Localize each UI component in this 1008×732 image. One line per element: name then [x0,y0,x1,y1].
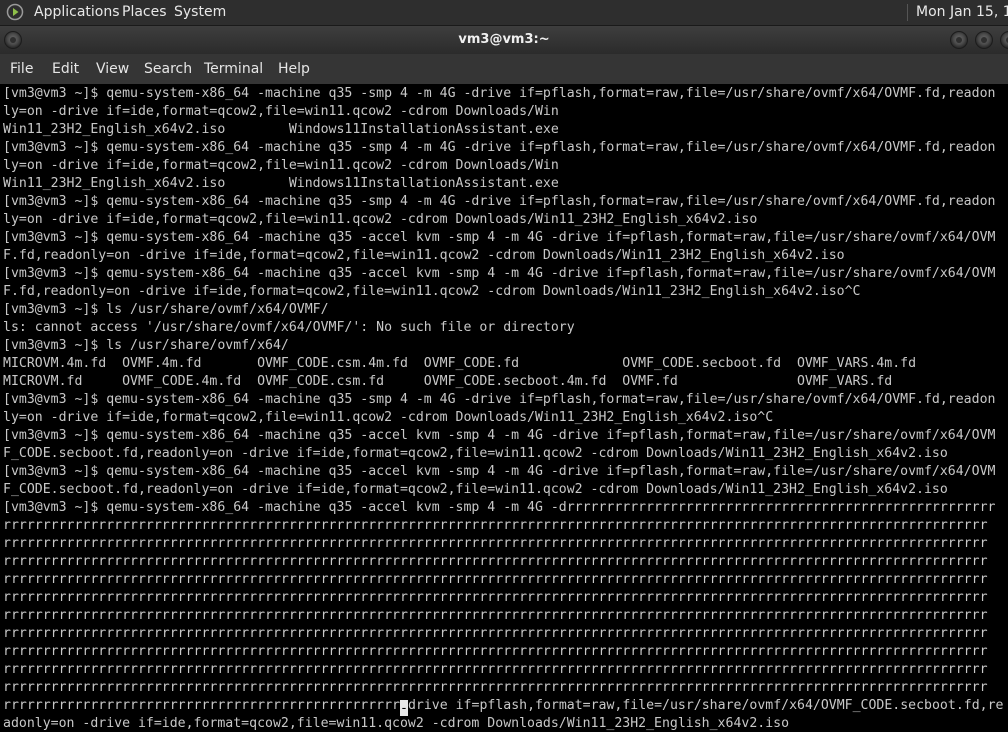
terminal-line: MICROVM.fd OVMF_CODE.4m.fd OVMF_CODE.csm… [3,374,893,389]
terminal-line: [vm3@vm3 ~]$ ls /usr/share/ovmf/x64/OVMF… [3,302,329,317]
terminal-line: [vm3@vm3 ~]$ qemu-system-x86_64 -machine… [3,140,996,155]
terminal-line: [vm3@vm3 ~]$ qemu-system-x86_64 -machine… [3,500,996,515]
maximize-icon[interactable] [975,31,993,49]
terminal-line: ly=on -drive if=ide,format=qcow2,file=wi… [3,410,774,425]
menu-terminal[interactable]: Terminal [204,61,263,78]
terminal-line-after-cursor: drive if=pflash,format=raw,file=/usr/sha… [407,698,1004,713]
menu-edit[interactable]: Edit [52,61,79,78]
menu-view[interactable]: View [96,61,129,78]
terminal-output[interactable]: [vm3@vm3 ~]$ qemu-system-x86_64 -machine… [0,85,1008,732]
terminal-line: adonly=on -drive if=ide,format=qcow2,fil… [3,716,790,731]
terminal-menubar: File Edit View Search Terminal Help [0,54,1008,84]
terminal-line: ly=on -drive if=ide,format=qcow2,file=wi… [3,212,758,227]
terminal-line: ly=on -drive if=ide,format=qcow2,file=wi… [3,104,559,119]
terminal-line: rrrrrrrrrrrrrrrrrrrrrrrrrrrrrrrrrrrrrrrr… [3,590,988,605]
menu-help[interactable]: Help [278,61,310,78]
terminal-line: rrrrrrrrrrrrrrrrrrrrrrrrrrrrrrrrrrrrrrrr… [3,662,988,677]
terminal-line: rrrrrrrrrrrrrrrrrrrrrrrrrrrrrrrrrrrrrrrr… [3,680,988,695]
places-menu[interactable]: Places [122,4,167,21]
system-menu[interactable]: System [174,4,226,21]
terminal-line: [vm3@vm3 ~]$ qemu-system-x86_64 -machine… [3,266,996,281]
terminal-cursor-line: rrrrrrrrrrrrrrrrrrrrrrrrrrrrrrrrrrrrrrrr… [3,697,1004,716]
terminal-line: Win11_23H2_English_x64v2.iso Windows11In… [3,176,559,191]
applications-menu-icon[interactable] [6,3,24,21]
terminal-line: rrrrrrrrrrrrrrrrrrrrrrrrrrrrrrrrrrrrrrrr… [3,554,988,569]
terminal-line: [vm3@vm3 ~]$ ls /usr/share/ovmf/x64/ [3,338,289,353]
terminal-line-before-cursor: rrrrrrrrrrrrrrrrrrrrrrrrrrrrrrrrrrrrrrrr… [3,698,400,713]
terminal-line: rrrrrrrrrrrrrrrrrrrrrrrrrrrrrrrrrrrrrrrr… [3,572,988,587]
terminal-line: F_CODE.secboot.fd,readonly=on -drive if=… [3,446,948,461]
terminal-line: rrrrrrrrrrrrrrrrrrrrrrrrrrrrrrrrrrrrrrrr… [3,644,988,659]
terminal-line: Win11_23H2_English_x64v2.iso Windows11In… [3,122,559,137]
terminal-line: ls: cannot access '/usr/share/ovmf/x64/O… [3,320,575,335]
terminal-line: [vm3@vm3 ~]$ qemu-system-x86_64 -machine… [3,464,996,479]
top-panel: Applications Places System Mon Jan 15, 1… [0,0,1008,26]
text-cursor: - [399,700,408,716]
terminal-line: [vm3@vm3 ~]$ qemu-system-x86_64 -machine… [3,428,996,443]
terminal-line: MICROVM.4m.fd OVMF.4m.fd OVMF_CODE.csm.4… [3,356,917,371]
window-titlebar[interactable]: vm3@vm3:~ [0,26,1008,54]
terminal-line: [vm3@vm3 ~]$ qemu-system-x86_64 -machine… [3,194,996,209]
clock[interactable]: Mon Jan 15, 13:3 [907,4,1008,21]
minimize-icon[interactable] [950,31,968,49]
terminal-line: ly=on -drive if=ide,format=qcow2,file=wi… [3,158,559,173]
terminal-line: F.fd,readonly=on -drive if=ide,format=qc… [3,284,861,299]
terminal-line: rrrrrrrrrrrrrrrrrrrrrrrrrrrrrrrrrrrrrrrr… [3,536,988,551]
terminal-line: F_CODE.secboot.fd,readonly=on -drive if=… [3,482,948,497]
terminal-line: [vm3@vm3 ~]$ qemu-system-x86_64 -machine… [3,230,996,245]
terminal-line: [vm3@vm3 ~]$ qemu-system-x86_64 -machine… [3,392,996,407]
terminal-line: F.fd,readonly=on -drive if=ide,format=qc… [3,248,845,263]
terminal-line: rrrrrrrrrrrrrrrrrrrrrrrrrrrrrrrrrrrrrrrr… [3,518,988,533]
menu-search[interactable]: Search [144,61,192,78]
window-title: vm3@vm3:~ [458,32,550,47]
terminal-line: rrrrrrrrrrrrrrrrrrrrrrrrrrrrrrrrrrrrrrrr… [3,626,988,641]
terminal-line: [vm3@vm3 ~]$ qemu-system-x86_64 -machine… [3,86,996,101]
terminal-line: rrrrrrrrrrrrrrrrrrrrrrrrrrrrrrrrrrrrrrrr… [3,608,988,623]
menu-file[interactable]: File [10,61,33,78]
applications-menu[interactable]: Applications [34,4,120,21]
